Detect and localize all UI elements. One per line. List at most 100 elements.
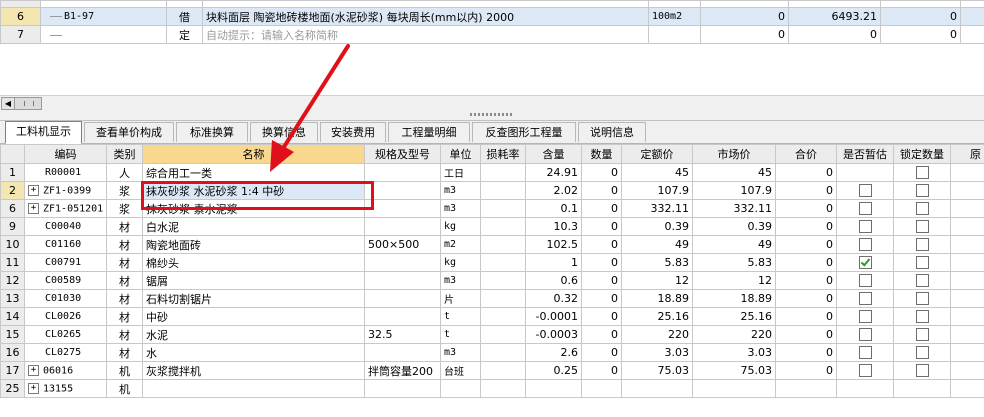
material-content[interactable]: 0.25 [525, 361, 582, 380]
material-name[interactable]: 抹灰砂浆 水泥砂浆 1:4 中砂 [142, 181, 365, 200]
material-total[interactable]: 0 [775, 235, 837, 254]
lock-qty-checkbox[interactable] [915, 220, 929, 234]
quota-type[interactable]: 借 [166, 7, 203, 26]
material-row[interactable]: 14 CL0026 材中砂 t -0.0001 0 25.16 25.16 0 [0, 307, 984, 326]
material-row[interactable]: 2 + ZF1-0399 浆抹灰砂浆 水泥砂浆 1:4 中砂 m3 2.02 0 107.9 1… [0, 181, 984, 200]
material-name[interactable]: 中砂 [142, 307, 365, 326]
material-row[interactable]: 6 + ZF1-051201 浆抹灰砂浆 素水泥浆 m3 0.1 0 332.11 332.11… [0, 199, 984, 218]
provisional-checkbox[interactable] [858, 310, 872, 324]
material-loss-rate[interactable] [480, 235, 526, 254]
material-name[interactable]: 抹灰砂浆 素水泥浆 [142, 199, 365, 218]
expand-icon[interactable]: + [28, 184, 39, 196]
material-quantity[interactable]: 0 [581, 325, 622, 344]
horizontal-scrollbar[interactable]: ◀ [0, 95, 984, 110]
provisional-checkbox[interactable] [858, 346, 872, 360]
material-loss-rate[interactable] [480, 343, 526, 362]
tab-graphic-quantity[interactable]: 反查图形工程量 [472, 122, 576, 142]
material-quota-price[interactable]: 18.89 [621, 289, 693, 308]
material-row[interactable]: 9 C00040 材白水泥 kg 10.3 0 0.39 0.39 0 [0, 217, 984, 236]
material-total[interactable]: 0 [775, 199, 837, 218]
material-category[interactable]: 浆 [106, 199, 143, 218]
col-market-price[interactable]: 市场价 [692, 144, 776, 164]
material-total[interactable]: 0 [775, 361, 837, 380]
material-content[interactable]: 2.6 [525, 343, 582, 362]
quota-unit[interactable]: 100m2 [648, 7, 701, 26]
material-loss-rate[interactable] [480, 307, 526, 326]
material-spec[interactable] [364, 307, 441, 326]
material-content[interactable] [525, 379, 582, 398]
material-spec[interactable]: 拌筒容量200 [364, 361, 441, 380]
material-total[interactable]: 0 [775, 217, 837, 236]
provisional-checkbox[interactable] [858, 202, 872, 216]
col-provisional[interactable]: 是否暂估 [836, 144, 894, 164]
lock-qty-checkbox[interactable] [915, 328, 929, 342]
material-name[interactable] [142, 379, 365, 398]
material-category[interactable]: 材 [106, 343, 143, 362]
material-market-price[interactable] [692, 379, 776, 398]
expand-icon[interactable]: + [28, 364, 39, 376]
material-quota-price[interactable]: 49 [621, 235, 693, 254]
scrollbar-thumb[interactable] [14, 97, 42, 110]
material-quantity[interactable]: 0 [581, 235, 622, 254]
lock-qty-checkbox[interactable] [915, 166, 929, 180]
material-content[interactable]: -0.0003 [525, 325, 582, 344]
material-quantity[interactable]: 0 [581, 163, 622, 182]
quota-qty[interactable]: 0 [700, 7, 789, 26]
material-loss-rate[interactable] [480, 289, 526, 308]
tab-quantity-detail[interactable]: 工程量明细 [388, 122, 470, 142]
material-quota-price[interactable]: 332.11 [621, 199, 693, 218]
tab-description[interactable]: 说明信息 [578, 122, 646, 142]
row-number[interactable]: 17 [0, 361, 25, 380]
material-unit[interactable]: 工日 [440, 163, 481, 182]
material-quantity[interactable]: 0 [581, 199, 622, 218]
lock-qty-checkbox[interactable] [915, 256, 929, 270]
material-quantity[interactable]: 0 [581, 217, 622, 236]
material-total[interactable]: 0 [775, 163, 837, 182]
material-loss-rate[interactable] [480, 325, 526, 344]
material-market-price[interactable]: 49 [692, 235, 776, 254]
material-name[interactable]: 水泥 [142, 325, 365, 344]
material-name[interactable]: 石料切割锯片 [142, 289, 365, 308]
material-total[interactable]: 0 [775, 253, 837, 272]
material-total[interactable]: 0 [775, 289, 837, 308]
material-market-price[interactable]: 18.89 [692, 289, 776, 308]
provisional-checkbox[interactable] [858, 238, 872, 252]
row-number[interactable]: 9 [0, 217, 25, 236]
material-name[interactable]: 锯屑 [142, 271, 365, 290]
col-original[interactable]: 原 [950, 144, 984, 164]
material-quota-price[interactable]: 107.9 [621, 181, 693, 200]
lock-qty-checkbox[interactable] [915, 310, 929, 324]
provisional-checkbox[interactable] [858, 328, 872, 342]
material-category[interactable]: 材 [106, 253, 143, 272]
col-name[interactable]: 名称 [142, 144, 365, 164]
row-number[interactable]: 1 [0, 163, 25, 182]
material-loss-rate[interactable] [480, 199, 526, 218]
material-market-price[interactable]: 332.11 [692, 199, 776, 218]
material-unit[interactable]: 台班 [440, 361, 481, 380]
material-row[interactable]: 1 R00001 人综合用工一类 工日 24.91 0 45 45 0 [0, 163, 984, 182]
material-quota-price[interactable]: 12 [621, 271, 693, 290]
material-market-price[interactable]: 5.83 [692, 253, 776, 272]
material-row[interactable]: 17 +06016 机灰浆搅拌机 拌筒容量200 台班 0.25 0 75.03 75.03 0 [0, 361, 984, 380]
lock-qty-checkbox[interactable] [915, 364, 929, 378]
material-loss-rate[interactable] [480, 253, 526, 272]
material-loss-rate[interactable] [480, 271, 526, 290]
material-category[interactable]: 材 [106, 235, 143, 254]
lock-qty-checkbox[interactable] [915, 184, 929, 198]
col-loss-rate[interactable]: 损耗率 [480, 144, 526, 164]
material-category[interactable]: 人 [106, 163, 143, 182]
row-number[interactable]: 13 [0, 289, 25, 308]
material-total[interactable]: 0 [775, 343, 837, 362]
material-unit[interactable]: m3 [440, 181, 481, 200]
material-unit[interactable] [440, 379, 481, 398]
material-row[interactable]: 11 C00791 材棉纱头 kg 1 0 5.83 5.83 0 [0, 253, 984, 272]
material-loss-rate[interactable] [480, 379, 526, 398]
col-category[interactable]: 类别 [106, 144, 143, 164]
provisional-checkbox[interactable] [858, 256, 872, 270]
material-content[interactable]: 1 [525, 253, 582, 272]
tab-conversion-info[interactable]: 换算信息 [250, 122, 318, 142]
material-category[interactable]: 机 [106, 361, 143, 380]
material-category[interactable]: 材 [106, 217, 143, 236]
material-row[interactable]: 15 CL0265 材水泥 32.5 t -0.0003 0 220 220 0 [0, 325, 984, 344]
lock-qty-checkbox[interactable] [915, 274, 929, 288]
